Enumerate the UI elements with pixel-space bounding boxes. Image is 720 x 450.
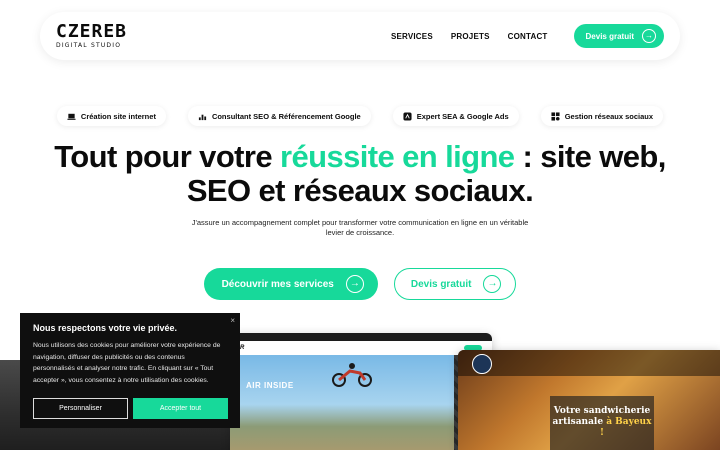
- discover-services-button[interactable]: Découvrir mes services →: [203, 268, 378, 300]
- chip-label: Consultant SEO & Référencement Google: [211, 111, 361, 121]
- social-icon: [551, 111, 560, 121]
- hero-cta-row: Découvrir mes services → Devis gratuit →: [0, 268, 720, 300]
- chip-seo[interactable]: Consultant SEO & Référencement Google: [187, 106, 371, 126]
- chip-label: Gestion réseaux sociaux: [564, 111, 654, 121]
- header-quote-button[interactable]: Devis gratuit →: [573, 24, 664, 48]
- free-quote-label: Devis gratuit: [410, 278, 472, 290]
- logo-tagline: DIGITAL STUDIO: [56, 42, 122, 49]
- headline-line2: SEO et réseaux sociaux.: [186, 173, 534, 208]
- restaurant-logo: [472, 354, 492, 374]
- rider-icon: [332, 363, 372, 387]
- nav-link-contact[interactable]: CONTACT: [508, 32, 548, 41]
- header-quote-label: Devis gratuit: [585, 31, 634, 41]
- chip-social[interactable]: Gestion réseaux sociaux: [540, 106, 664, 126]
- page: CZEREB DIGITAL STUDIO SERVICES PROJETS C…: [0, 0, 720, 450]
- site-header: CZEREB DIGITAL STUDIO SERVICES PROJETS C…: [40, 12, 680, 60]
- close-icon[interactable]: ×: [230, 316, 235, 325]
- cookie-banner: × Nous respectons votre vie privée. Nous…: [20, 313, 240, 428]
- service-chips: Création site internet Consultant SEO & …: [0, 106, 720, 126]
- cookie-text: Nous utilisons des cookies pour améliore…: [33, 342, 221, 384]
- shot2-accent: à Bayeux !: [600, 417, 652, 438]
- shot1-title: AIR INSIDE: [246, 381, 294, 390]
- browser-bar: [230, 333, 492, 341]
- nav-link-projets[interactable]: PROJETS: [451, 32, 490, 41]
- free-quote-button[interactable]: Devis gratuit →: [393, 268, 517, 300]
- sandwich-hero-card: Votre sandwicherie artisanale à Bayeux !: [550, 396, 654, 450]
- portfolio-shot-sandwich: Votre sandwicherie artisanale à Bayeux !: [458, 350, 720, 450]
- headline-part: Tout pour votre: [54, 139, 280, 174]
- arrow-right-icon: →: [642, 29, 656, 43]
- nav-link-services[interactable]: SERVICES: [391, 32, 433, 41]
- shot2-line1: Votre sandwicherie: [553, 406, 651, 416]
- chip-label: Création site internet: [80, 111, 156, 121]
- chip-sea[interactable]: Expert SEA & Google Ads: [392, 106, 519, 126]
- headline-accent: réussite en ligne: [280, 139, 515, 174]
- main-nav: SERVICES PROJETS CONTACT Devis gratuit →: [391, 24, 664, 48]
- shot2-line2: artisanale: [552, 417, 607, 427]
- cookie-actions: Personnaliser Accepter tout: [33, 398, 228, 419]
- portfolio-shot-motocross: R AIR INSIDE: [230, 333, 492, 450]
- chip-label: Expert SEA & Google Ads: [416, 111, 509, 121]
- discover-services-label: Découvrir mes services: [221, 278, 334, 290]
- hero-subtext: J'assure un accompagnement complet pour …: [191, 218, 529, 237]
- mini-site-nav: R: [230, 341, 492, 355]
- mini-logo: R: [240, 345, 245, 351]
- cookie-title: Nous respectons votre vie privée.: [33, 323, 178, 333]
- laptop-icon: [67, 113, 76, 120]
- headline-part: : site web,: [514, 139, 666, 174]
- arrow-right-icon: →: [345, 275, 364, 293]
- logo-wordmark: CZEREB: [56, 21, 128, 42]
- accept-all-button[interactable]: Accepter tout: [133, 398, 228, 419]
- ads-icon: [403, 111, 412, 121]
- motocross-hero-image: AIR INSIDE: [230, 355, 492, 450]
- brand-logo[interactable]: CZEREB DIGITAL STUDIO: [56, 23, 127, 49]
- mini-site-nav: [458, 350, 720, 376]
- customize-button[interactable]: Personnaliser: [33, 398, 128, 419]
- ranking-icon: [198, 114, 207, 120]
- hero-headline: Tout pour votre réussite en ligne : site…: [0, 140, 720, 208]
- chip-creation-site[interactable]: Création site internet: [56, 106, 166, 126]
- arrow-right-icon: →: [483, 275, 502, 293]
